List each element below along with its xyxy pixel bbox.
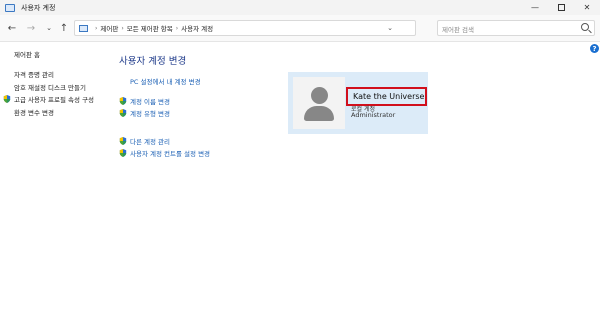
change-account-name-link[interactable]: 계정 이름 변경 — [119, 96, 170, 106]
page-title: 사용자 계정 변경 — [119, 56, 187, 67]
crumb-separator-icon: › — [175, 24, 179, 32]
shield-icon — [119, 97, 127, 105]
search-input[interactable]: 제어판 검색 — [437, 20, 595, 36]
control-panel-icon — [79, 24, 88, 32]
minimize-button[interactable]: — — [522, 0, 548, 15]
user-silhouette-body — [304, 106, 334, 121]
navigation-bar: ← → ⌄ ↑ › 제어판 › 모든 제어판 항목 › 사용자 계정 ⌄ ↻ 제… — [0, 15, 600, 42]
forward-button[interactable]: → — [24, 21, 38, 35]
title-bar: 사용자 계정 — ✕ — [0, 0, 600, 15]
search-placeholder: 제어판 검색 — [442, 26, 474, 34]
crumb-separator-icon: › — [121, 24, 124, 32]
window-title: 사용자 계정 — [21, 3, 56, 12]
address-dropdown-button[interactable]: ⌄ — [387, 24, 393, 32]
shield-icon — [3, 95, 11, 103]
maximize-button[interactable] — [548, 0, 574, 15]
link-label: 계정 이름 변경 — [130, 98, 171, 106]
maximize-icon — [557, 4, 565, 11]
avatar[interactable] — [293, 77, 345, 129]
change-account-in-pc-settings-link[interactable]: PC 설정에서 내 계정 변경 — [130, 76, 201, 86]
search-icon[interactable] — [581, 23, 589, 31]
sidebar-item-home[interactable]: 제어판 홈 — [14, 49, 40, 59]
link-label: 사용자 계정 컨트롤 설정 변경 — [130, 150, 211, 158]
back-button[interactable]: ← — [5, 21, 19, 35]
breadcrumb-all-items[interactable]: 모든 제어판 항목 — [127, 23, 173, 33]
crumb-separator-icon: › — [95, 24, 98, 32]
help-button[interactable]: ? — [590, 44, 599, 53]
breadcrumb-user-accounts[interactable]: 사용자 계정 — [181, 23, 213, 33]
recent-locations-button[interactable]: ⌄ — [42, 21, 56, 35]
account-role: Administrator — [351, 111, 396, 119]
link-label: 다른 계정 관리 — [130, 138, 171, 146]
sidebar-item-advanced-profile[interactable]: 고급 사용자 프로필 속성 구성 — [3, 94, 94, 104]
close-button[interactable]: ✕ — [574, 0, 600, 15]
change-account-type-link[interactable]: 계정 유형 변경 — [119, 108, 170, 118]
link-label: 계정 유형 변경 — [130, 110, 171, 118]
sidebar-item-password-reset-disk[interactable]: 암호 재설정 디스크 만들기 — [14, 82, 86, 92]
sidebar-item-environment-variables[interactable]: 환경 변수 변경 — [14, 107, 54, 117]
breadcrumb-control-panel[interactable]: 제어판 — [100, 23, 118, 33]
shield-icon — [119, 109, 127, 117]
sidebar-item-credential-manager[interactable]: 자격 증명 관리 — [14, 69, 54, 79]
address-bar[interactable]: › 제어판 › 모든 제어판 항목 › 사용자 계정 ⌄ ↻ — [74, 20, 479, 36]
change-uac-settings-link[interactable]: 사용자 계정 컨트롤 설정 변경 — [119, 148, 210, 158]
sidebar: 제어판 홈 자격 증명 관리 암호 재설정 디스크 만들기 고급 사용자 프로필… — [0, 42, 110, 314]
up-button[interactable]: ↑ — [57, 21, 71, 35]
shield-icon — [119, 149, 127, 157]
control-panel-window: 사용자 계정 — ✕ ← → ⌄ ↑ › 제어판 › 모든 제어판 항목 › 사… — [0, 0, 600, 314]
manage-another-account-link[interactable]: 다른 계정 관리 — [119, 136, 170, 146]
user-silhouette-icon — [311, 87, 328, 104]
control-panel-icon — [5, 3, 15, 12]
sidebar-item-label: 고급 사용자 프로필 속성 구성 — [14, 96, 95, 104]
shield-icon — [119, 137, 127, 145]
